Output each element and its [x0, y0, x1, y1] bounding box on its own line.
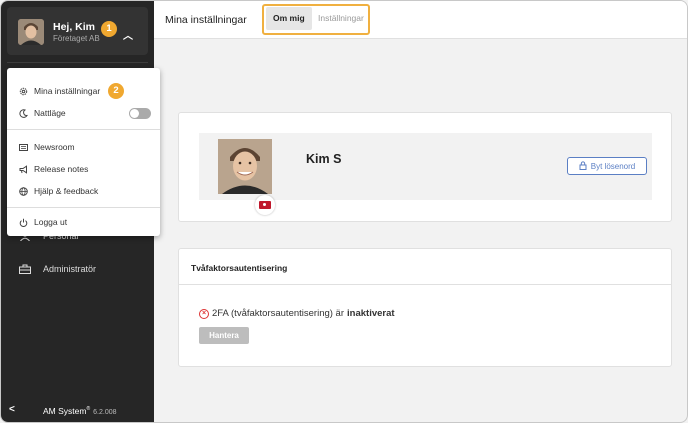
profile-photo [218, 139, 272, 194]
divider [7, 62, 148, 63]
twofa-status: × 2FA (tvåfaktorsautentisering) är inakt… [199, 308, 395, 319]
divider [7, 207, 160, 208]
tab-about-me[interactable]: Om mig [266, 7, 312, 30]
profile-card: Kim S Byt lösenord [178, 112, 672, 222]
manage-button[interactable]: Hantera [199, 327, 249, 344]
menu-item-label: Hjälp & feedback [34, 186, 99, 196]
menu-item-label: Logga ut [34, 217, 68, 227]
step-marker-2: 2 [108, 83, 124, 99]
chevron-up-icon: ︿ [123, 31, 133, 42]
gear-icon [19, 87, 28, 96]
menu-item-release-notes[interactable]: Release notes [19, 164, 88, 174]
error-circle-icon: × [199, 308, 209, 319]
step-marker-1: 1 [101, 21, 117, 37]
menu-item-help-feedback[interactable]: Hjälp & feedback [19, 186, 98, 196]
twofa-title: Tvåfaktorsautentisering [191, 263, 288, 273]
sidebar-item-label: Administratör [43, 264, 97, 274]
profile-panel: Kim S Byt lösenord [199, 133, 652, 215]
divider [7, 129, 160, 130]
menu-item-label: Mina inställningar [34, 86, 101, 96]
user-dropdown-menu: Mina inställningar 2 Nattläge Newsroom R… [7, 68, 160, 236]
change-photo-button[interactable] [255, 195, 275, 215]
twofa-card: Tvåfaktorsautentisering × 2FA (tvåfaktor… [178, 248, 672, 367]
night-mode-toggle[interactable] [129, 108, 151, 119]
megaphone-icon [19, 164, 28, 174]
twofa-status-text: 2FA (tvåfaktorsautentisering) är [212, 308, 345, 319]
app-window: Hej, Kim Företaget AB ︿ 1 Personal Admin… [0, 0, 688, 423]
user-company: Företaget AB [53, 34, 100, 43]
user-menu-toggle[interactable]: Hej, Kim Företaget AB ︿ [7, 7, 148, 55]
menu-item-label: Release notes [34, 164, 89, 174]
camera-icon [259, 201, 271, 209]
menu-item-logout[interactable]: Logga ut [19, 217, 67, 227]
lock-icon [579, 160, 587, 172]
collapse-sidebar-icon[interactable]: < [9, 404, 15, 415]
globe-icon [19, 186, 28, 196]
top-bar: Mina inställningar Om mig Inställningar [154, 1, 687, 39]
menu-item-my-settings[interactable]: Mina inställningar [19, 86, 100, 96]
change-password-label: Byt lösenord [590, 161, 636, 171]
avatar [18, 19, 44, 45]
power-icon [19, 218, 28, 227]
version-label: 6.2.008 [93, 409, 117, 416]
brand-label: AM System® 6.2.008 [43, 406, 117, 416]
newspaper-icon [19, 143, 28, 152]
menu-item-label: Newsroom [34, 142, 75, 152]
tab-settings[interactable]: Inställningar [311, 7, 371, 30]
moon-icon [19, 108, 28, 118]
menu-item-newsroom[interactable]: Newsroom [19, 142, 75, 152]
profile-name: Kim S [306, 152, 342, 166]
page-title: Mina inställningar [165, 14, 247, 26]
change-password-button[interactable]: Byt lösenord [567, 157, 647, 175]
toolbox-icon [19, 264, 31, 274]
twofa-status-value: inaktiverat [347, 308, 395, 319]
menu-item-night-mode: Nattläge [19, 108, 66, 118]
user-greeting: Hej, Kim [53, 21, 96, 33]
sidebar-footer: < AM System® 6.2.008 [1, 398, 154, 422]
menu-item-label: Nattläge [34, 108, 66, 118]
sidebar-item-administrator[interactable]: Administratör [19, 264, 96, 274]
card-header: Tvåfaktorsautentisering [179, 249, 671, 285]
